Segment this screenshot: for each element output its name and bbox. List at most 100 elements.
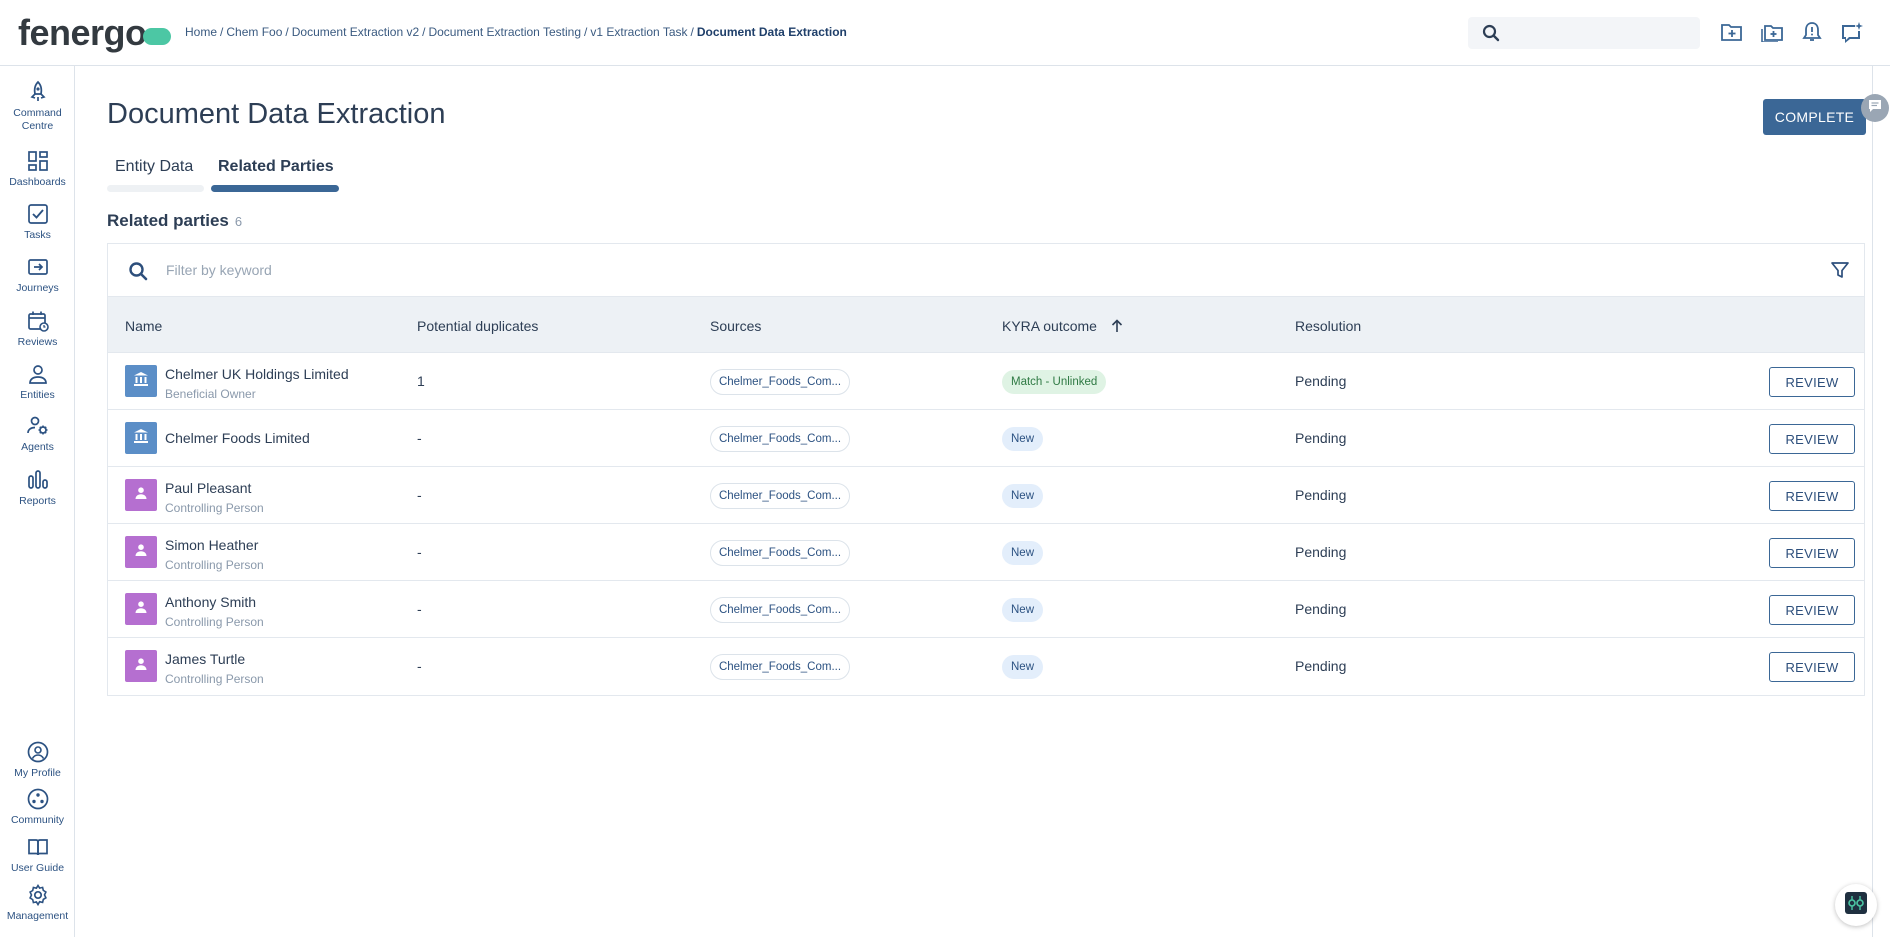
column-header-name[interactable]: Name [125, 318, 162, 334]
global-search-input[interactable] [1468, 17, 1700, 49]
review-button[interactable]: REVIEW [1769, 538, 1855, 568]
review-button[interactable]: REVIEW [1769, 367, 1855, 397]
kyra-outcome-badge: Match - Unlinked [1002, 370, 1107, 394]
bot-icon [1843, 890, 1869, 921]
sidebar-item-tasks[interactable]: Tasks [0, 202, 75, 242]
fenergo-logo[interactable]: fenergo [18, 12, 171, 54]
column-header-kyra-outcome[interactable]: KYRA outcome [1002, 318, 1123, 336]
sidebar-item-reports[interactable]: Reports [0, 468, 75, 508]
sidebar: Command Centre Dashboards Tasks Journeys… [0, 66, 75, 937]
table-row[interactable]: Chelmer Foods Limited - Chelmer_Foods_Com.… [108, 410, 1864, 467]
breadcrumb-separator: / [690, 25, 694, 39]
source-document-chip[interactable]: Chelmer_Foods_Com... [710, 654, 850, 680]
person-avatar [125, 593, 157, 625]
sidebar-item-community[interactable]: Community [0, 787, 75, 827]
person-avatar [125, 650, 157, 682]
sort-ascending-icon [1111, 319, 1123, 336]
column-header-duplicates[interactable]: Potential duplicates [417, 318, 538, 334]
right-panel-divider [1872, 66, 1873, 937]
sidebar-label-centre: Centre [21, 120, 54, 132]
search-icon [1482, 24, 1500, 47]
person-avatar [125, 536, 157, 568]
kyra-outcome-badge: New [1002, 541, 1044, 565]
party-name[interactable]: Simon Heather [165, 537, 258, 553]
sidebar-item-command-centre[interactable]: Command Centre [0, 80, 75, 133]
resolution-status: Pending [1295, 373, 1347, 389]
breadcrumb-item-document-extraction-testing[interactable]: Document Extraction Testing [428, 25, 581, 39]
task-check-icon [26, 202, 50, 226]
resolution-status: Pending [1295, 601, 1347, 617]
sidebar-item-label: Entities [20, 389, 55, 401]
sidebar-item-management[interactable]: Management [0, 883, 75, 923]
sidebar-item-label: Reviews [17, 336, 58, 348]
party-name[interactable]: Chelmer UK Holdings Limited [165, 366, 349, 382]
chat-bot-launcher[interactable] [1835, 884, 1877, 926]
party-role: Controlling Person [165, 558, 264, 572]
table-row[interactable]: Chelmer UK Holdings Limited Beneficial Ow… [108, 353, 1864, 410]
ai-assistant-icon[interactable] [1840, 20, 1864, 44]
filter-funnel-icon[interactable] [1830, 260, 1850, 285]
notification-bell-icon[interactable] [1800, 20, 1824, 44]
party-name[interactable]: Chelmer Foods Limited [165, 430, 310, 446]
bank-building-icon [133, 371, 149, 392]
sidebar-item-user-guide[interactable]: User Guide [0, 835, 75, 875]
settings-gear-icon [26, 883, 50, 907]
tab-entity-data[interactable]: Entity Data [115, 158, 193, 176]
table-row[interactable]: Anthony Smith Controlling Person - Chelmer_… [108, 581, 1864, 638]
party-name[interactable]: James Turtle [165, 651, 245, 667]
agent-gear-icon [26, 414, 50, 438]
breadcrumb-item-document-extraction-v2[interactable]: Document Extraction v2 [292, 25, 419, 39]
rocket-icon [26, 80, 50, 104]
table-row[interactable]: Simon Heather Controlling Person - Chelmer_… [108, 524, 1864, 581]
comments-toggle[interactable] [1861, 94, 1889, 122]
potential-duplicates-count: - [417, 544, 422, 560]
party-role: Controlling Person [165, 615, 264, 629]
review-button[interactable]: REVIEW [1769, 481, 1855, 511]
community-icon [26, 787, 50, 811]
source-document-chip[interactable]: Chelmer_Foods_Com... [710, 540, 850, 566]
book-icon [26, 835, 50, 859]
organization-avatar [125, 422, 157, 454]
complete-button[interactable]: COMPLETE [1763, 99, 1866, 135]
sidebar-item-dashboards[interactable]: Dashboards [0, 149, 75, 189]
column-header-resolution[interactable]: Resolution [1295, 318, 1361, 334]
sidebar-item-entities[interactable]: Entities [0, 362, 75, 402]
filter-bar: Filter by keyword [108, 244, 1864, 297]
party-name[interactable]: Anthony Smith [165, 594, 256, 610]
bank-building-icon [133, 428, 149, 449]
breadcrumb-item-home[interactable]: Home [185, 25, 217, 39]
review-button[interactable]: REVIEW [1769, 424, 1855, 454]
section-count: 6 [234, 214, 243, 229]
party-name[interactable]: Paul Pleasant [165, 480, 251, 496]
sidebar-item-journeys[interactable]: Journeys [0, 255, 75, 295]
tab-related-parties[interactable]: Related Parties [218, 158, 334, 176]
party-role: Controlling Person [165, 501, 264, 515]
sidebar-item-reviews[interactable]: Reviews [0, 309, 75, 349]
kyra-outcome-badge: New [1002, 655, 1044, 679]
table-row[interactable]: James Turtle Controlling Person - Chelmer_F… [108, 638, 1864, 695]
add-folder-stack-icon[interactable] [1760, 20, 1784, 44]
journey-icon [26, 255, 50, 279]
profile-icon [26, 740, 50, 764]
review-button[interactable]: REVIEW [1769, 595, 1855, 625]
breadcrumb-item-v1-extraction-task[interactable]: v1 Extraction Task [590, 25, 687, 39]
source-document-chip[interactable]: Chelmer_Foods_Com... [710, 597, 850, 623]
sidebar-item-label: Reports [19, 495, 56, 507]
sidebar-item-label: Agents [21, 441, 54, 453]
source-document-chip[interactable]: Chelmer_Foods_Com... [710, 426, 850, 452]
new-folder-icon[interactable] [1720, 20, 1744, 44]
source-document-chip[interactable]: Chelmer_Foods_Com... [710, 369, 850, 395]
organization-avatar [125, 365, 157, 397]
table-row[interactable]: Paul Pleasant Controlling Person - Chelmer_… [108, 467, 1864, 524]
column-header-sources[interactable]: Sources [710, 318, 761, 334]
source-document-chip[interactable]: Chelmer_Foods_Com... [710, 483, 850, 509]
sidebar-item-label: Tasks [24, 229, 51, 241]
sidebar-item-my-profile[interactable]: My Profile [0, 740, 75, 780]
potential-duplicates-count: - [417, 658, 422, 674]
potential-duplicates-count[interactable]: 1 [417, 373, 425, 389]
breadcrumb-item-chem-foo[interactable]: Chem Foo [226, 25, 282, 39]
review-button[interactable]: REVIEW [1769, 652, 1855, 682]
sidebar-item-agents[interactable]: Agents [0, 414, 75, 454]
dashboard-grid-icon [26, 149, 50, 173]
filter-keyword-input[interactable]: Filter by keyword [166, 262, 272, 278]
